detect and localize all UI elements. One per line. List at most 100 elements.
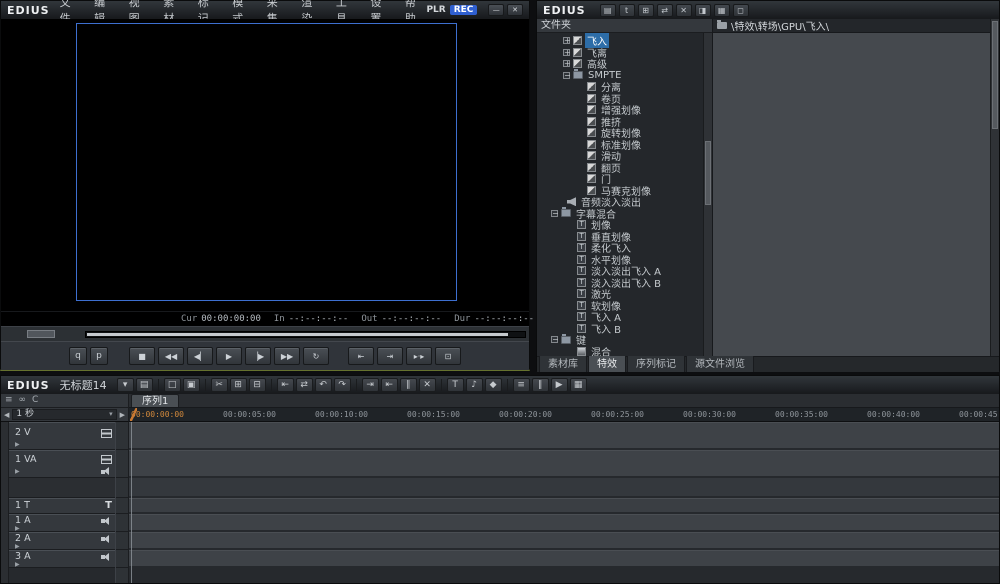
tree-item[interactable]: 飞入 A: [537, 311, 712, 323]
shuttle-reverse-button[interactable]: q: [69, 347, 87, 365]
tree-item[interactable]: 淡入淡出飞入 B: [537, 277, 712, 289]
tree-item[interactable]: 标准划像: [537, 139, 712, 151]
ripple-delete-icon[interactable]: ⇤: [277, 378, 294, 392]
thumbnail-view-icon[interactable]: ▦: [714, 4, 730, 17]
timeline-ruler[interactable]: 00:00:00:0000:00:05:0000:00:10:0000:00:1…: [129, 408, 999, 422]
goto-in-button[interactable]: ⇤: [348, 347, 374, 365]
track-patch-cell[interactable]: [116, 514, 128, 532]
set-in-point-icon[interactable]: ⇥: [362, 378, 379, 392]
new-sequence-icon[interactable]: □: [164, 378, 181, 392]
view-mode-icon[interactable]: ◨: [695, 4, 711, 17]
track-menu-icon[interactable]: ≡: [5, 396, 13, 405]
toolbar-separator[interactable]: [356, 379, 357, 391]
tree-item[interactable]: 飞入: [537, 35, 712, 47]
voiceover-icon[interactable]: ♪: [466, 378, 483, 392]
clip-menu-icon[interactable]: ▾: [117, 378, 134, 392]
toolbar-separator[interactable]: [441, 379, 442, 391]
paste-icon[interactable]: ⊟: [249, 378, 266, 392]
toolbar-separator[interactable]: [205, 379, 206, 391]
fast-forward-button[interactable]: ▶▶: [274, 347, 300, 365]
video-track-icon[interactable]: [101, 455, 112, 464]
track-expand-icon[interactable]: [15, 442, 101, 448]
tree-item[interactable]: 软划像: [537, 300, 712, 312]
tree-item[interactable]: 增强划像: [537, 104, 712, 116]
previous-frame-button[interactable]: ◀▏: [187, 347, 213, 365]
play-button[interactable]: ▶: [216, 347, 242, 365]
tree-expander-icon[interactable]: [551, 336, 558, 343]
open-bin-icon[interactable]: ▤: [136, 378, 153, 392]
speaker-icon[interactable]: [101, 467, 112, 476]
next-frame-button[interactable]: ▕▶: [245, 347, 271, 365]
tree-expander-icon[interactable]: [551, 210, 558, 217]
track-patch-cell[interactable]: [116, 550, 128, 568]
tree-item[interactable]: 键: [537, 334, 712, 346]
position-track[interactable]: [85, 331, 526, 338]
insert-mode-icon[interactable]: ⇄: [296, 378, 313, 392]
close-button[interactable]: ✕: [507, 4, 523, 16]
tree-item[interactable]: 混合: [537, 346, 712, 357]
track-expand-icon[interactable]: [15, 469, 101, 475]
audio-meter-icon[interactable]: ‖: [532, 378, 549, 392]
speaker-icon[interactable]: [101, 553, 112, 562]
add-cut-point-icon[interactable]: ∥: [400, 378, 417, 392]
redo-icon[interactable]: ↷: [334, 378, 351, 392]
track-header[interactable]: 2 V: [9, 422, 115, 450]
marker-icon[interactable]: ◆: [485, 378, 502, 392]
track-header[interactable]: 1 VA: [9, 450, 115, 478]
copy-icon[interactable]: ⊞: [230, 378, 247, 392]
video-track-icon[interactable]: [101, 429, 112, 438]
tree-expander-icon[interactable]: [563, 60, 570, 67]
zoom-in-icon[interactable]: ▶: [120, 411, 125, 419]
track-expand-icon[interactable]: [15, 562, 101, 568]
clipboard-history-icon[interactable]: C: [32, 396, 38, 405]
toolbar-separator[interactable]: [158, 379, 159, 391]
delete-icon[interactable]: ✕: [676, 4, 692, 17]
shuttle-handle[interactable]: [27, 330, 55, 338]
track-header[interactable]: 1 T: [9, 498, 115, 514]
loop-playback-button[interactable]: ↻: [303, 347, 329, 365]
tree-item[interactable]: SMPTE: [537, 70, 712, 82]
text-tool-icon[interactable]: t: [619, 4, 635, 17]
rewind-button[interactable]: ◀◀: [158, 347, 184, 365]
undo-icon[interactable]: ↶: [315, 378, 332, 392]
mixer-icon[interactable]: ≡: [513, 378, 530, 392]
effect-list-area[interactable]: [713, 33, 999, 356]
content-scrollbar[interactable]: [990, 19, 999, 356]
panel-layout-icon[interactable]: ▦: [570, 378, 587, 392]
tree-item[interactable]: 飞入 B: [537, 323, 712, 335]
speaker-icon[interactable]: [101, 517, 112, 526]
folder-icon[interactable]: ▤: [600, 4, 616, 17]
delete-parts-icon[interactable]: ✕: [419, 378, 436, 392]
lock-icon[interactable]: ◻: [733, 4, 749, 17]
tree-item[interactable]: 飞离: [537, 47, 712, 59]
timeline-track-lane[interactable]: [129, 422, 999, 450]
play-around-cursor-button[interactable]: ▸·▸: [406, 347, 432, 365]
toolbar-separator[interactable]: [271, 379, 272, 391]
timeline-track-lane[interactable]: [129, 532, 999, 550]
shuttle-forward-button[interactable]: p: [90, 347, 108, 365]
tree-item[interactable]: 音频淡入淡出: [537, 196, 712, 208]
tree-item[interactable]: 翻页: [537, 162, 712, 174]
sync-mode-icon[interactable]: ∞: [19, 396, 27, 405]
track-patch-cell[interactable]: [116, 422, 128, 450]
plr-indicator[interactable]: PLR: [426, 5, 445, 15]
timescale-select[interactable]: 1 秒 ▾: [12, 409, 116, 420]
playhead-line[interactable]: [131, 422, 132, 583]
track-header[interactable]: 3 A: [9, 550, 115, 568]
zoom-out-icon[interactable]: ◀: [4, 411, 9, 419]
display-mode-button[interactable]: ⊡: [435, 347, 461, 365]
timeline-track-lane[interactable]: [129, 478, 999, 498]
timeline-track-lane[interactable]: [129, 498, 999, 514]
timeline-track-lane[interactable]: [129, 450, 999, 478]
title-tool-icon[interactable]: T: [447, 378, 464, 392]
save-project-icon[interactable]: ▣: [183, 378, 200, 392]
track-header[interactable]: [9, 478, 115, 498]
set-out-point-icon[interactable]: ⇤: [381, 378, 398, 392]
play-cursor-icon[interactable]: ▶: [551, 378, 568, 392]
scrollbar-thumb[interactable]: [992, 21, 998, 129]
track-patch-cell[interactable]: [116, 478, 128, 498]
position-thumb[interactable]: [87, 333, 508, 336]
stop-button[interactable]: ■: [129, 347, 155, 365]
track-patch-cell[interactable]: [116, 450, 128, 478]
tree-expander-icon[interactable]: [563, 49, 570, 56]
